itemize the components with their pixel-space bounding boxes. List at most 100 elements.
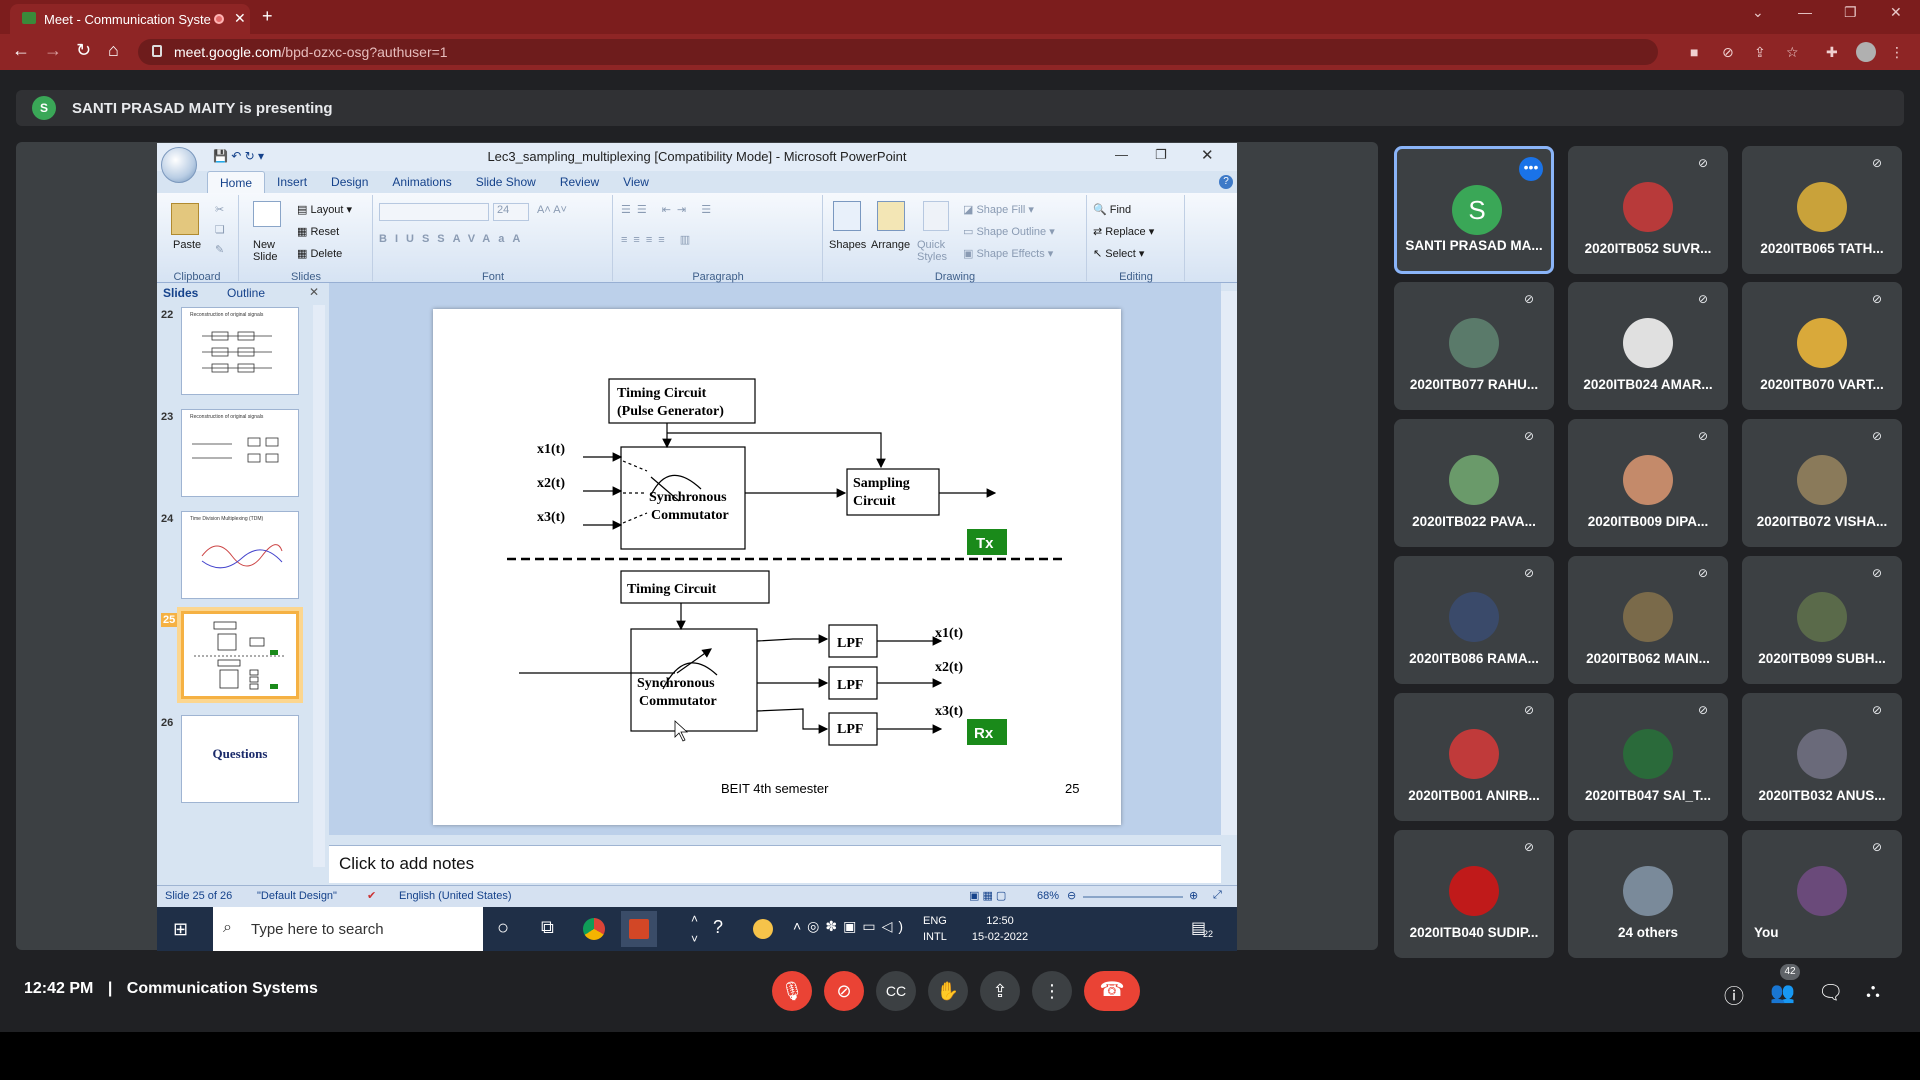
format-painter-icon[interactable]: ✎ [215, 243, 224, 256]
replace-button[interactable]: ⇄ Replace ▾ [1093, 225, 1154, 238]
present-button[interactable]: ⇪ [980, 971, 1020, 1011]
browser-tab[interactable]: Meet - Communication Syste ✕ [10, 4, 250, 34]
back-icon[interactable]: ← [12, 40, 30, 61]
arrange-icon[interactable] [877, 201, 905, 231]
slide-thumb-22[interactable]: Reconstruction of original signals [181, 307, 299, 395]
copy-icon[interactable]: ❏ [215, 223, 225, 236]
shapes-button[interactable]: Shapes [829, 239, 866, 251]
close-tab-icon[interactable]: ✕ [234, 10, 246, 27]
tab-animations[interactable]: Animations [380, 171, 463, 193]
slide-thumb-24[interactable]: Time Division Multiplexing (TDM) [181, 511, 299, 599]
people-icon[interactable]: 👥 [1770, 980, 1795, 1005]
help-circle-icon[interactable]: ? [713, 917, 723, 938]
more-options-button[interactable]: ⋮ [1032, 971, 1072, 1011]
layout-button[interactable]: ▤ Layout ▾ [297, 203, 352, 216]
quick-styles-button[interactable]: Quick Styles [917, 239, 957, 263]
ppt-close-button[interactable]: ✕ [1201, 146, 1214, 164]
paste-icon[interactable] [171, 203, 199, 235]
participant-tile[interactable]: ⊘ 2020ITB047 SAI_T... [1568, 693, 1728, 821]
shape-outline-button[interactable]: ▭ Shape Outline ▾ [963, 225, 1055, 238]
participant-tile[interactable]: ⊘ 2020ITB077 RAHU... [1394, 282, 1554, 410]
tab-outline[interactable]: Outline [227, 286, 265, 300]
task-view-icon[interactable]: ⧉ [541, 917, 554, 938]
font-name-field[interactable] [379, 203, 489, 221]
participant-tile[interactable]: ⊘ 2020ITB040 SUDIP... [1394, 830, 1554, 958]
participant-tile[interactable]: ⊘ 2020ITB062 MAIN... [1568, 556, 1728, 684]
arrange-button[interactable]: Arrange [871, 239, 910, 251]
shapes-icon[interactable] [833, 201, 861, 231]
new-slide-button[interactable]: New Slide [253, 239, 285, 263]
office-button[interactable] [161, 147, 197, 183]
address-bar[interactable]: meet.google.com/bpd-ozxc-osg?authuser=1 [138, 39, 1658, 65]
participant-tile[interactable]: ⊘ 2020ITB065 TATH... [1742, 146, 1902, 274]
participant-tile[interactable]: ⊘ 2020ITB024 AMAR... [1568, 282, 1728, 410]
participant-tile[interactable]: ⊘ 2020ITB009 DIPA... [1568, 419, 1728, 547]
participant-tile[interactable]: ⊘ 2020ITB086 RAMA... [1394, 556, 1554, 684]
camera-off-button[interactable]: ⊘ [824, 971, 864, 1011]
quick-access-toolbar[interactable]: 💾 ↶ ↻ ▾ [213, 149, 264, 163]
tab-insert[interactable]: Insert [265, 171, 319, 193]
participant-tile[interactable]: ⊘ 2020ITB001 ANIRB... [1394, 693, 1554, 821]
captions-button[interactable]: CC [876, 971, 916, 1011]
view-buttons[interactable]: ▣ ▦ ▢ [969, 889, 1006, 902]
tab-slides[interactable]: Slides [163, 286, 198, 300]
camera-icon[interactable]: ■ [1690, 44, 1706, 60]
editor-vertical-scrollbar[interactable] [1221, 291, 1237, 835]
system-tray-icons[interactable]: ˄◎✽▣▭◁) [793, 918, 909, 935]
spell-check-icon[interactable]: ✔ [367, 889, 376, 902]
tab-home[interactable]: Home [207, 171, 266, 193]
chat-icon[interactable]: 🗨 [1818, 980, 1843, 1005]
restore-button[interactable]: ❐ [1844, 4, 1857, 21]
slide-canvas[interactable]: Timing Circuit (Pulse Generator) x1(t) x… [433, 309, 1121, 825]
notes-pane[interactable]: Click to add notes [329, 845, 1221, 883]
select-button[interactable]: ↖ Select ▾ [1093, 247, 1144, 260]
help-icon[interactable]: ? [1219, 175, 1233, 189]
slide-thumb-26[interactable]: Questions [181, 715, 299, 803]
taskbar-search-box[interactable]: ⌕ Type here to search [213, 907, 483, 951]
tab-search-icon[interactable]: ⌄ [1752, 4, 1764, 21]
zoom-slider[interactable] [1083, 896, 1183, 898]
mic-off-button[interactable]: 🎙 [772, 971, 812, 1011]
zoom-out-icon[interactable]: ⊖ [1067, 889, 1076, 902]
menu-kebab-icon[interactable]: ⋮ [1890, 44, 1906, 60]
home-icon[interactable]: ⌂ [108, 40, 119, 61]
fit-window-icon[interactable]: ⤢ [1213, 889, 1222, 902]
shape-effects-button[interactable]: ▣ Shape Effects ▾ [963, 247, 1053, 260]
close-panel-icon[interactable]: ✕ [309, 285, 319, 299]
powerpoint-taskbar-icon[interactable] [621, 911, 657, 947]
tile-options-icon[interactable]: ••• [1519, 157, 1543, 181]
participant-tile[interactable]: ⊘ 2020ITB070 VART... [1742, 282, 1902, 410]
new-tab-button[interactable]: + [262, 6, 273, 27]
find-button[interactable]: 🔍 Find [1093, 203, 1131, 216]
participant-tile[interactable]: ⊘ You [1742, 830, 1902, 958]
meeting-details-icon[interactable]: ⓘ [1724, 980, 1744, 1009]
tab-slide-show[interactable]: Slide Show [464, 171, 548, 193]
tab-design[interactable]: Design [319, 171, 380, 193]
paste-button[interactable]: Paste [173, 239, 201, 251]
participant-tile[interactable]: ⊘ 2020ITB072 VISHA... [1742, 419, 1902, 547]
activities-icon[interactable]: ⛬ [1866, 980, 1880, 1003]
slides-panel-scrollbar[interactable] [313, 305, 325, 867]
tab-review[interactable]: Review [548, 171, 611, 193]
shape-fill-button[interactable]: ◪ Shape Fill ▾ [963, 203, 1034, 216]
close-window-button[interactable]: ✕ [1890, 4, 1902, 21]
participant-tile[interactable]: S ••• SANTI PRASAD MA... [1394, 146, 1554, 274]
cortana-icon[interactable]: ○ [497, 917, 509, 940]
chrome-taskbar-icon[interactable] [583, 918, 605, 940]
taskbar-clock[interactable]: 12:50 15-02-2022 [965, 913, 1035, 945]
weather-icon[interactable] [753, 919, 773, 939]
mute-icon[interactable]: ⊘ [1722, 44, 1738, 60]
windows-start-icon[interactable]: ⊞ [173, 919, 188, 940]
participant-tile[interactable]: ⊘ 2020ITB022 PAVA... [1394, 419, 1554, 547]
cut-icon[interactable]: ✂ [215, 203, 224, 216]
delete-button[interactable]: ▦ Delete [297, 247, 342, 260]
new-slide-icon[interactable] [253, 201, 281, 227]
leave-call-button[interactable]: ☎ [1084, 971, 1140, 1011]
minimize-button[interactable]: — [1798, 4, 1812, 20]
profile-avatar[interactable] [1856, 42, 1876, 62]
tab-view[interactable]: View [611, 171, 661, 193]
grow-font-icon[interactable]: A˄ A˅ [537, 204, 567, 216]
zoom-in-icon[interactable]: ⊕ [1189, 889, 1198, 902]
font-size-field[interactable]: 24 [493, 203, 529, 221]
reload-icon[interactable]: ↻ [76, 40, 91, 61]
